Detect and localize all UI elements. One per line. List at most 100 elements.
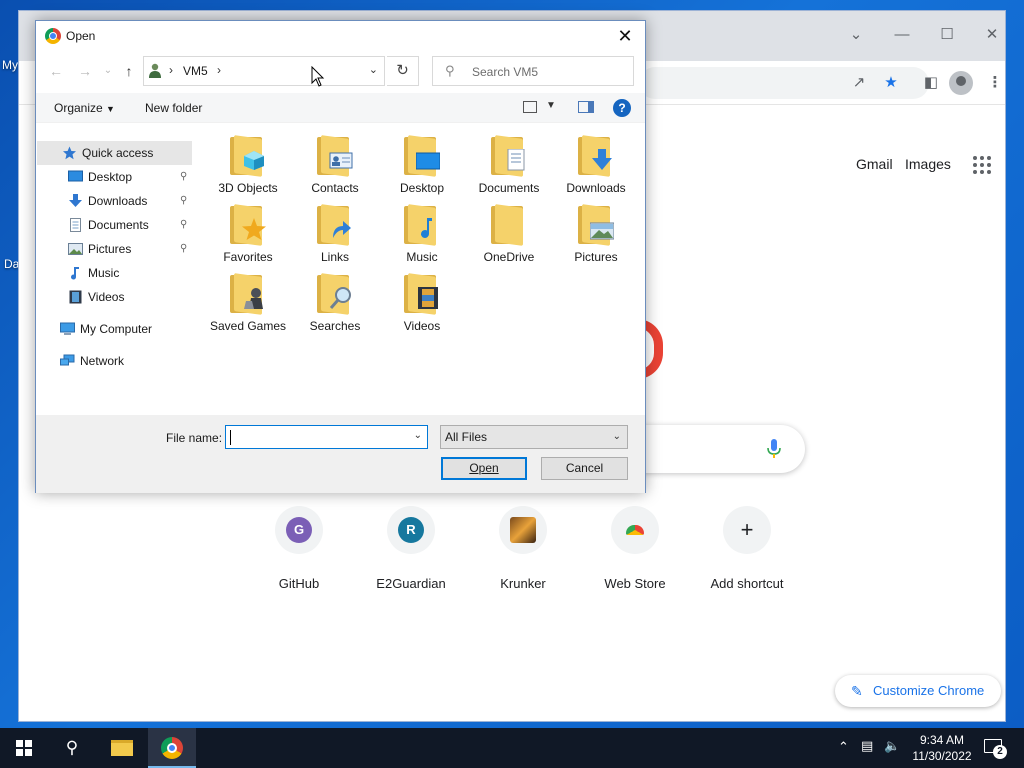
up-arrow-icon[interactable]: ↑	[119, 61, 139, 81]
file-item-3d-objects[interactable]: 3D Objects	[207, 135, 289, 196]
chrome-taskbar-icon[interactable]	[148, 728, 196, 768]
nav-pictures[interactable]: Pictures ⚲	[68, 238, 193, 260]
close-window-button[interactable]: ✕	[977, 23, 1007, 47]
search-placeholder: Search VM5	[472, 65, 539, 79]
file-item-documents[interactable]: Documents	[468, 135, 550, 196]
nav-label: Network	[80, 354, 125, 368]
file-name: OneDrive	[483, 250, 535, 264]
file-name: Desktop	[399, 181, 445, 195]
clock-date: 11/30/2022	[912, 749, 972, 763]
file-item-searches[interactable]: Searches	[294, 273, 376, 334]
back-arrow-icon[interactable]: ←	[46, 61, 66, 81]
nav-desktop[interactable]: Desktop ⚲	[68, 166, 193, 188]
gmail-link[interactable]: Gmail	[856, 156, 893, 172]
file-name: Music	[406, 250, 438, 264]
shortcut-github[interactable]: G GitHub	[243, 506, 355, 591]
action-center-button[interactable]: 2	[984, 739, 1008, 759]
side-panel-icon[interactable]: ◧	[919, 71, 943, 95]
desktop-icon-label[interactable]: My	[2, 58, 18, 72]
profile-avatar[interactable]	[949, 71, 973, 95]
web-store-icon	[626, 525, 644, 535]
nav-documents[interactable]: Documents ⚲	[68, 214, 193, 236]
organize-menu[interactable]: Organize ▼	[54, 101, 115, 115]
tab-search-icon[interactable]: ⌄	[841, 23, 871, 47]
show-hidden-icons-chevron-up-icon[interactable]: ⌃	[838, 739, 849, 755]
cancel-button[interactable]: Cancel	[541, 457, 628, 480]
nav-downloads[interactable]: Downloads ⚲	[68, 190, 193, 212]
new-folder-button[interactable]: New folder	[145, 101, 202, 115]
customize-chrome-button[interactable]: ✎ Customize Chrome	[835, 675, 1001, 707]
file-item-music[interactable]: Music	[381, 204, 463, 265]
menu-kebab-icon[interactable]: ⋮	[983, 71, 1007, 95]
nav-network[interactable]: Network	[60, 350, 192, 372]
pin-icon[interactable]: ⚲	[180, 238, 187, 260]
nav-label: Desktop	[88, 170, 133, 184]
document-icon	[70, 218, 81, 232]
voice-search-icon[interactable]	[767, 439, 781, 459]
clock-time: 9:34 AM	[919, 733, 965, 747]
mouse-cursor-icon	[311, 66, 325, 87]
file-name-label: File name:	[166, 431, 223, 445]
folder-icon	[402, 204, 442, 246]
minimize-button[interactable]: —	[887, 23, 917, 47]
file-item-saved-games[interactable]: Saved Games	[207, 273, 289, 334]
nav-music[interactable]: Music	[68, 262, 193, 284]
breadcrumb-vm5[interactable]: VM5	[183, 64, 208, 78]
system-clock[interactable]: 9:34 AM 11/30/2022	[896, 732, 988, 764]
refresh-icon[interactable]: ↻	[387, 56, 419, 86]
file-item-pictures[interactable]: Pictures	[555, 204, 637, 265]
change-view-icon[interactable]	[523, 101, 537, 113]
desktop-icon	[68, 170, 83, 182]
file-name: 3D Objects	[218, 181, 278, 195]
shortcut-krunker[interactable]: Krunker	[467, 506, 579, 591]
file-explorer-icon[interactable]	[98, 728, 146, 768]
text-caret	[230, 430, 231, 445]
preview-pane-icon[interactable]	[578, 101, 594, 113]
images-link[interactable]: Images	[905, 156, 951, 172]
organize-label: Organize	[54, 101, 103, 115]
start-button[interactable]	[0, 728, 48, 768]
nav-videos[interactable]: Videos	[68, 286, 193, 308]
search-icon[interactable]: ⚲	[48, 728, 96, 768]
pencil-icon: ✎	[851, 683, 863, 699]
maximize-button[interactable]: ☐	[932, 23, 962, 47]
close-dialog-button[interactable]: ✕	[611, 23, 639, 49]
shortcut-badge: R	[398, 517, 424, 543]
download-arrow-icon	[69, 194, 82, 207]
open-button[interactable]: Open	[441, 457, 527, 480]
file-name-input[interactable]: ⌄	[225, 425, 428, 449]
bookmark-star-icon[interactable]: ★	[879, 71, 903, 95]
file-item-favorites[interactable]: Favorites	[207, 204, 289, 265]
pin-icon[interactable]: ⚲	[180, 190, 187, 212]
share-icon[interactable]: ↗	[847, 71, 871, 95]
shortcut-label: Add shortcut	[710, 576, 784, 591]
forward-arrow-icon[interactable]: →	[75, 61, 95, 81]
chevron-down-icon[interactable]: ⌄	[369, 63, 378, 76]
file-item-contacts[interactable]: Contacts	[294, 135, 376, 196]
view-dropdown-icon[interactable]: ▼	[546, 100, 556, 111]
file-name: Favorites	[223, 250, 273, 264]
file-item-desktop[interactable]: Desktop	[381, 135, 463, 196]
folder-icon	[315, 135, 355, 177]
pin-icon[interactable]: ⚲	[180, 166, 187, 188]
address-breadcrumb[interactable]: › VM5 › ⌄	[143, 56, 385, 86]
file-item-links[interactable]: Links	[294, 204, 376, 265]
file-item-onedrive[interactable]: OneDrive	[468, 204, 550, 265]
file-item-downloads[interactable]: Downloads	[555, 135, 637, 196]
search-input[interactable]: ⚲ Search VM5	[432, 56, 634, 86]
network-icon[interactable]: ▤	[861, 738, 873, 754]
chevron-right-icon[interactable]: ›	[217, 63, 221, 77]
shortcut-web-store[interactable]: Web Store	[579, 506, 691, 591]
chevron-down-icon[interactable]: ⌄	[414, 430, 422, 441]
google-apps-icon[interactable]	[973, 156, 991, 174]
pin-icon[interactable]: ⚲	[180, 214, 187, 236]
nav-my-computer[interactable]: My Computer	[60, 318, 192, 340]
shortcut-add[interactable]: + Add shortcut	[691, 506, 803, 591]
shortcut-e2guardian[interactable]: R E2Guardian	[355, 506, 467, 591]
file-type-select[interactable]: All Files ⌄	[440, 425, 628, 449]
nav-label: Documents	[88, 218, 149, 232]
recent-locations-icon[interactable]: ⌄	[98, 61, 118, 81]
file-item-videos[interactable]: Videos	[381, 273, 463, 334]
nav-quick-access[interactable]: Quick access	[62, 142, 192, 164]
help-icon[interactable]: ?	[613, 99, 631, 117]
